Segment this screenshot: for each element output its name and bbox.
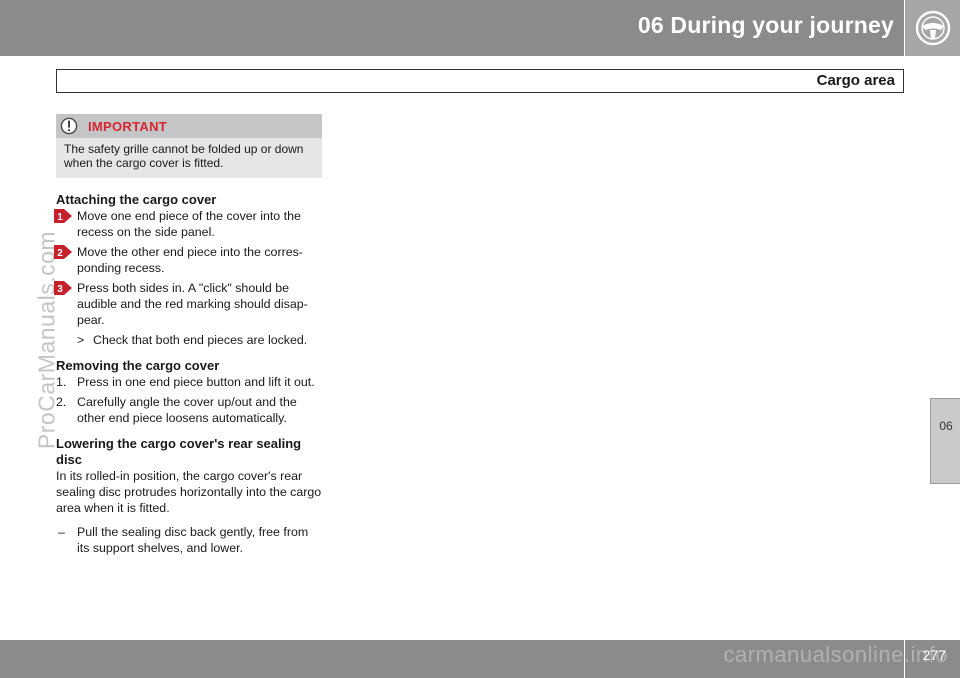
dash-symbol: – xyxy=(58,525,65,539)
side-tab-label: 06 xyxy=(939,419,953,433)
step-3-badge-icon: 3 xyxy=(54,281,72,295)
step-2-badge-number: 2 xyxy=(57,248,63,259)
removing-heading: Removing the cargo cover xyxy=(56,358,220,373)
main-content-column: IMPORTANT The safety grille cannot be fo… xyxy=(54,114,322,556)
attach-step-2-text: Move the other end piece into the corres… xyxy=(77,245,303,275)
important-header: IMPORTANT xyxy=(56,114,322,138)
attach-step-2: 2 Move the other end piece into the corr… xyxy=(54,244,322,276)
important-text: The safety grille cannot be folded up or… xyxy=(64,142,304,170)
page-number: 277 xyxy=(922,647,946,663)
watermark-carmanualsonline: carmanualsonline.info xyxy=(723,642,948,667)
step-2-badge-icon: 2 xyxy=(54,245,72,259)
chapter-title: 06 During your journey xyxy=(637,12,894,38)
section-header-bar: Cargo area xyxy=(56,69,904,93)
remove-step-2: 2. Carefully angle the cover up/out and … xyxy=(56,394,322,426)
attach-step-3: 3 Press both sides in. A "click" should … xyxy=(54,280,322,328)
attach-result: > Check that both end pieces are locked. xyxy=(56,332,322,348)
attach-result-text: Check that both end pieces are locked. xyxy=(93,333,308,347)
remove-step-1-text: Press in one end piece button and lift i… xyxy=(77,375,315,389)
step-1-badge-number: 1 xyxy=(57,212,63,223)
remove-step-1: 1. Press in one end piece button and lif… xyxy=(56,374,322,390)
lowering-heading: Lowering the cargo cover's rear sealing … xyxy=(56,436,302,467)
step-1-badge-icon: 1 xyxy=(54,209,72,223)
steering-wheel-icon xyxy=(915,10,951,46)
lowering-paragraph: In its rolled-in position, the cargo cov… xyxy=(56,469,322,515)
chapter-side-tab[interactable]: 06 xyxy=(930,398,960,484)
step-3-badge-number: 3 xyxy=(57,284,63,295)
attaching-heading: Attaching the cargo cover xyxy=(56,192,217,207)
lowering-step: – Pull the sealing disc back gently, fre… xyxy=(56,524,322,556)
chapter-icon-box xyxy=(904,0,960,56)
exclamation-icon xyxy=(60,117,78,135)
remove-step-2-number: 2. xyxy=(56,395,67,409)
important-notice: IMPORTANT The safety grille cannot be fo… xyxy=(56,114,322,178)
attach-step-3-text: Press both sides in. A "click" should be… xyxy=(77,281,308,327)
remove-step-2-text: Carefully angle the cover up/out and the… xyxy=(77,395,297,425)
remove-step-1-number: 1. xyxy=(56,375,67,389)
attach-step-1-text: Move one end piece of the cover into the… xyxy=(77,209,301,239)
result-symbol: > xyxy=(77,333,85,347)
important-label: IMPORTANT xyxy=(88,119,168,134)
attach-step-1: 1 Move one end piece of the cover into t… xyxy=(54,208,322,240)
lowering-step-text: Pull the sealing disc back gently, free … xyxy=(77,525,309,555)
section-title: Cargo area xyxy=(816,72,895,89)
